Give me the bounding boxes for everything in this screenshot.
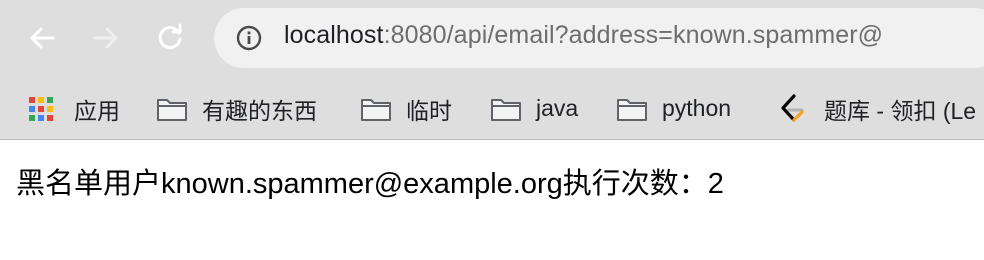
bookmark-label: 应用 — [74, 97, 120, 124]
bookmark-label: 题库 - 领扣 (Le — [824, 97, 977, 124]
url-text[interactable]: localhost:8080/api/email?address=known.s… — [284, 21, 883, 50]
url-path: :8080/api/email?address=known.spammer@ — [383, 21, 884, 49]
bookmark-leetcode[interactable]: 题库 - 领扣 (Le — [778, 78, 976, 139]
back-arrow-icon — [30, 27, 55, 49]
folder-icon — [617, 98, 647, 121]
forward-button[interactable] — [88, 20, 124, 56]
reload-button[interactable] — [152, 20, 188, 56]
reload-icon — [158, 23, 182, 49]
bookmarks-bar: 应用 有趣的东西 临时 java python 题库 - 领扣 (Le — [0, 78, 984, 140]
bookmark-folder-temp[interactable]: 临时 — [360, 78, 452, 139]
forward-arrow-icon — [93, 27, 118, 49]
folder-icon — [157, 98, 187, 121]
info-icon[interactable] — [236, 25, 262, 51]
back-button[interactable] — [24, 20, 60, 56]
bookmark-label: 有趣的东西 — [202, 97, 317, 124]
bookmark-folder-java[interactable]: java — [490, 78, 578, 139]
bookmark-label: java — [536, 95, 579, 121]
response-text: 黑名单用户known.spammer@example.org执行次数：2 — [16, 168, 724, 200]
folder-icon — [491, 98, 521, 121]
browser-toolbar: localhost:8080/api/email?address=known.s… — [0, 0, 984, 78]
folder-icon — [361, 98, 391, 121]
url-host: localhost — [284, 21, 384, 49]
bookmark-folder-fun[interactable]: 有趣的东西 — [156, 78, 317, 139]
bookmark-label: 临时 — [406, 97, 452, 124]
bookmark-folder-python[interactable]: python — [616, 78, 731, 139]
bookmark-apps[interactable]: 应用 — [28, 78, 120, 139]
bookmark-label: python — [662, 95, 732, 121]
address-bar[interactable]: localhost:8080/api/email?address=known.s… — [214, 8, 984, 68]
leetcode-icon — [781, 93, 804, 122]
apps-grid-icon — [29, 96, 53, 121]
